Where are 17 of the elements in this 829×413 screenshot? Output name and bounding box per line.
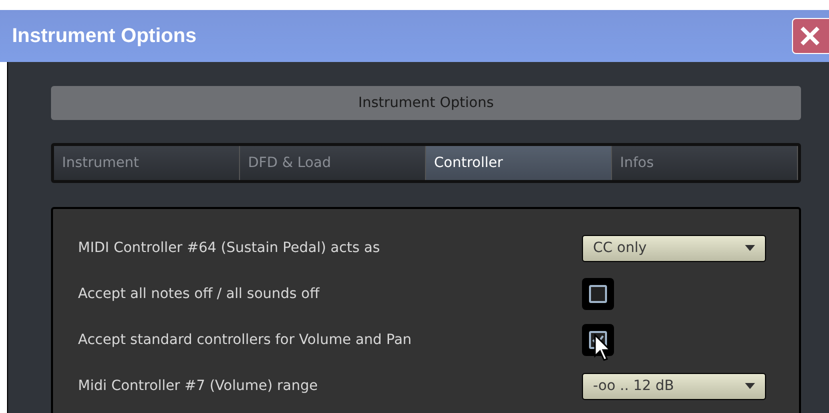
caret-icon xyxy=(745,245,755,251)
tab[interactable]: Infos xyxy=(612,146,798,180)
close-button[interactable] xyxy=(792,18,829,54)
caret-icon xyxy=(745,383,755,389)
setting-label: Accept standard controllers for Volume and Pan xyxy=(78,330,412,350)
tab[interactable]: Instrument xyxy=(54,146,240,180)
dropdown[interactable]: -oo .. 12 dB xyxy=(582,372,766,400)
setting-label: Midi Controller #7 (Volume) range xyxy=(78,376,318,396)
setting-label: Accept all notes off / all sounds off xyxy=(78,284,320,304)
close-icon xyxy=(799,25,821,47)
tab[interactable]: DFD & Load xyxy=(240,146,426,180)
section-header: Instrument Options xyxy=(51,86,801,120)
setting-label: MIDI Controller #64 (Sustain Pedal) acts as xyxy=(78,238,380,258)
tab[interactable]: Controller xyxy=(426,146,612,180)
dropdown[interactable]: CC only xyxy=(582,234,766,262)
checkbox[interactable] xyxy=(589,285,607,303)
window-title: Instrument Options xyxy=(12,24,196,49)
